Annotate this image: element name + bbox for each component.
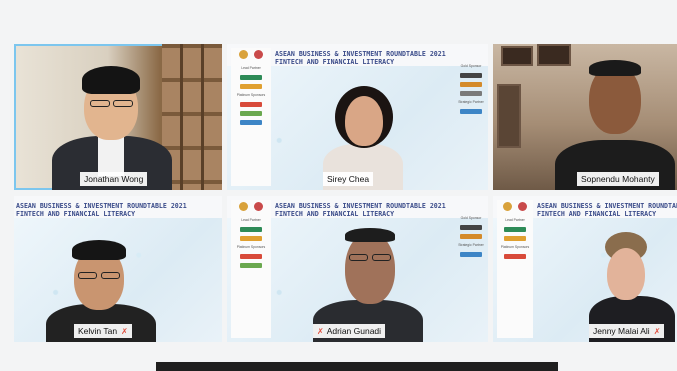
sponsor-logo-icon: [240, 111, 262, 116]
event-title: ASEAN BUSINESS & INVESTMENT ROUNDTABLE 2…: [275, 202, 446, 218]
video-grid: Jonathan Wong Lead Partner Platinum Spon…: [14, 44, 677, 342]
asean-logo-icon: [502, 202, 512, 211]
video-tile-sirey-chea[interactable]: Lead Partner Platinum Sponsors ASEAN BUS…: [227, 44, 488, 190]
mic-muted-icon: ✗: [653, 327, 661, 336]
video-tile-sopnendu-mohanty[interactable]: Sopnendu Mohanty: [493, 44, 677, 190]
event-title: ASEAN BUSINESS & INVESTMENT ROUNDTABLE 2…: [275, 50, 446, 66]
mic-muted-icon: ✗: [317, 327, 324, 336]
org-logo-icon: [518, 202, 528, 211]
sponsor-logo-icon: [460, 225, 482, 230]
sponsor-logo-icon: [460, 91, 482, 96]
mic-muted-icon: ✗: [121, 327, 128, 336]
video-tile-adrian-gunadi[interactable]: Lead Partner Platinum Sponsors ASEAN BUS…: [227, 196, 488, 342]
event-title: ASEAN BUSINESS & INVESTMENT ROUNDTABLE 2…: [16, 202, 187, 218]
sponsor-logos-panel: Lead Partner Platinum Sponsors: [231, 48, 271, 186]
bottom-caption-bar: [156, 362, 558, 371]
sponsor-logo-icon: [240, 120, 262, 125]
sponsor-logo-icon: [240, 102, 262, 107]
video-tile-kelvin-tan[interactable]: ASEAN BUSINESS & INVESTMENT ROUNDTABLE 2…: [14, 196, 222, 342]
sponsor-logo-icon: [460, 73, 482, 78]
participant-name-label: Kelvin Tan ✗: [74, 324, 132, 338]
sponsor-logo-icon: [504, 254, 526, 259]
sponsor-logo-icon: [460, 252, 482, 257]
sponsor-list: Gold Sponsor Strategic Partner: [457, 216, 485, 338]
participant-name-label: Jenny Malai Ali ✗: [589, 324, 665, 338]
participant-name-label: Jonathan Wong: [80, 172, 148, 186]
sponsor-logo-icon: [240, 263, 262, 268]
participant-name-label: Sopnendu Mohanty: [577, 172, 659, 186]
video-tile-jenny-malai-ali[interactable]: Lead Partner Platinum Sponsors ASEAN BUS…: [493, 196, 677, 342]
sponsor-logo-icon: [504, 227, 526, 232]
sponsor-logo-icon: [240, 84, 262, 89]
asean-logo-icon: [238, 50, 248, 59]
org-logo-icon: [254, 202, 264, 211]
org-logo-icon: [254, 50, 264, 59]
sponsor-logo-icon: [240, 75, 262, 80]
participant-name-label: ✗ Adrian Gunadi: [313, 324, 386, 338]
event-title: ASEAN BUSINESS & INVESTMENT ROUNDTABLE 2…: [537, 202, 677, 218]
sponsor-logo-icon: [504, 236, 526, 241]
sponsor-list: Gold Sponsor Strategic Partner: [457, 64, 485, 186]
video-tile-jonathan-wong[interactable]: Jonathan Wong: [14, 44, 222, 190]
sponsor-logo-icon: [460, 82, 482, 87]
sponsor-logo-icon: [240, 254, 262, 259]
sponsor-logo-icon: [460, 109, 482, 114]
asean-logo-icon: [238, 202, 248, 211]
sponsor-logo-icon: [240, 227, 262, 232]
participant-name-label: Sirey Chea: [323, 172, 374, 186]
sponsor-logos-panel: Lead Partner Platinum Sponsors: [497, 200, 533, 338]
sponsor-logo-icon: [240, 236, 262, 241]
sponsor-logo-icon: [460, 234, 482, 239]
sponsor-logos-panel: Lead Partner Platinum Sponsors: [231, 200, 271, 338]
